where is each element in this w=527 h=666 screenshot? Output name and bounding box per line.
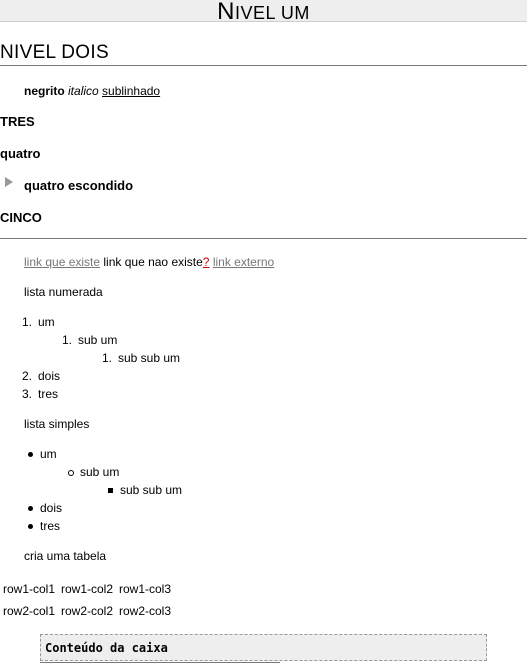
missing-link-marker[interactable]: ? [203, 255, 210, 269]
content-box: Conteúdo da caixa [40, 634, 487, 661]
table-title: cria uma tabela [24, 549, 107, 563]
horizontal-divider [0, 238, 527, 239]
external-link[interactable]: link externo [213, 255, 274, 269]
italic-text: italico [68, 84, 99, 98]
list-subsubitem: sub sub um [120, 483, 183, 497]
bold-text: negrito [24, 84, 65, 98]
numbered-subitem: 1. sub um [62, 333, 118, 347]
underline-text: sublinhado [102, 84, 161, 98]
bullet-disc-icon [28, 452, 33, 457]
table-cell: row2-col1 [3, 604, 56, 618]
numbered-item: 2. dois [22, 369, 61, 383]
heading-level-2: NIVEL DOIS [0, 42, 527, 66]
heading-level-4: quatro [0, 146, 41, 161]
numbered-subsubitem: 1. sub sub um [102, 351, 181, 365]
numbered-item: 3. tres [22, 387, 59, 401]
missing-link[interactable]: link que nao existe [103, 255, 202, 269]
links-paragraph: link que existe link que nao existe? lin… [24, 255, 274, 269]
table-cell: row1-col2 [61, 582, 114, 596]
bottom-divider [40, 662, 280, 663]
bullet-disc-icon [28, 506, 33, 511]
bullet-square-icon [108, 488, 113, 493]
list-item: um [40, 447, 57, 461]
numbered-item: 1. um [22, 315, 55, 329]
list-item: dois [40, 501, 63, 515]
list-item: tres [40, 519, 61, 533]
formatting-paragraph: negrito italico sublinhado [24, 84, 160, 98]
heading-level-5: CINCO [0, 210, 42, 225]
heading-1-rest: IVEL UM [234, 3, 310, 23]
content-box-text: Conteúdo da caixa [45, 641, 168, 655]
table-cell: row2-col2 [61, 604, 114, 618]
heading-level-1: NIVEL UM [0, 0, 527, 25]
table-cell: row1-col1 [3, 582, 56, 596]
collapsible-heading[interactable]: quatro escondido [24, 178, 133, 193]
heading-level-3: TRES [0, 114, 35, 129]
existing-link[interactable]: link que existe [24, 255, 100, 269]
heading-1-initial: N [217, 0, 235, 25]
table-cell: row1-col3 [119, 582, 172, 596]
bullet-disc-icon [28, 524, 33, 529]
simple-list-title: lista simples [24, 417, 90, 431]
list-subitem: sub um [80, 465, 120, 479]
table-cell: row2-col3 [119, 604, 172, 618]
numbered-list-title: lista numerada [24, 285, 103, 299]
expand-triangle-icon[interactable] [5, 177, 13, 187]
bullet-circle-icon [68, 470, 74, 476]
